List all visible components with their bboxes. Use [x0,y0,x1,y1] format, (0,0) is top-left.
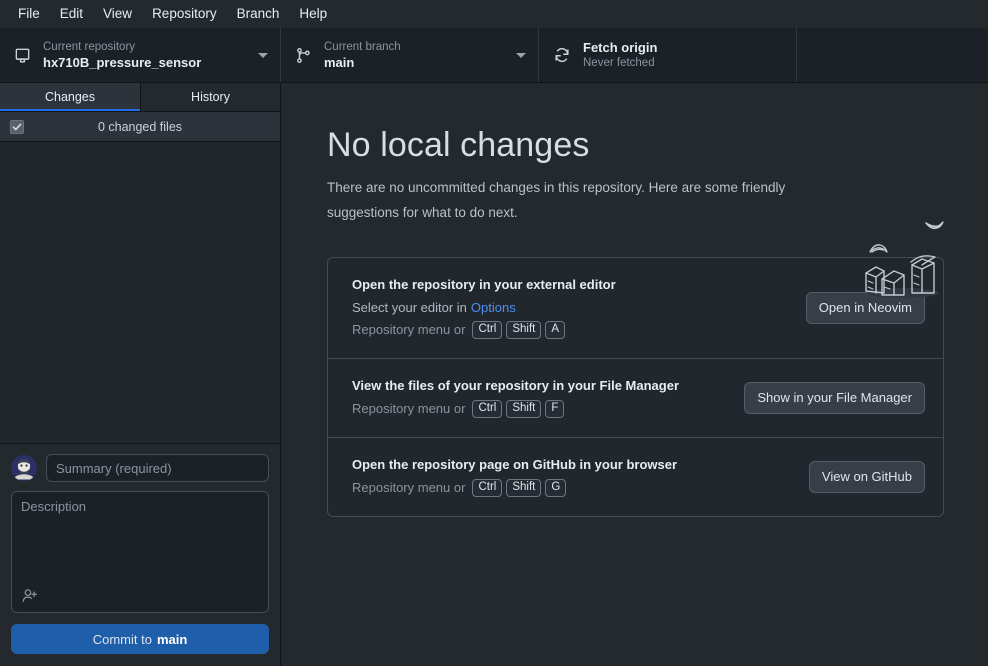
current-branch-label: Current branch [324,40,401,53]
commit-button-branch: main [156,631,188,647]
view-on-github-button[interactable]: View on GitHub [808,461,925,493]
user-avatar [11,455,37,481]
key-letter: F [545,400,565,418]
suggestion-line-prefix: Select your editor in [352,300,467,315]
repo-icon [14,47,31,64]
suggestion-title: Open the repository in your external edi… [352,277,616,292]
tab-changes-label: Changes [44,90,96,104]
select-all-checkbox[interactable] [10,119,24,134]
show-in-file-manager-button[interactable]: Show in your File Manager [744,382,925,414]
changes-header: 0 changed files [0,112,280,142]
suggestion-title: Open the repository page on GitHub in yo… [352,457,678,472]
commit-to-branch-button[interactable]: Commit to main [11,624,269,654]
github-desktop-window: File Edit View Repository Branch Help Cu… [0,0,988,666]
commit-description-input[interactable] [12,492,268,612]
suggestion-text: View the files of your repository in you… [352,376,730,420]
key-letter: G [545,479,567,497]
page-subtitle: There are no uncommitted changes in this… [327,180,786,220]
current-repository-label: Current repository [43,40,136,53]
shortcut-prefix: Repository menu or [352,401,466,416]
git-branch-icon [295,47,312,64]
current-repository-value: hx710B_pressure_sensor [43,54,202,70]
commit-form: Commit to main [0,443,280,666]
suggestion-title: View the files of your repository in you… [352,378,679,393]
sidebar: Changes History 0 changed files Summary … [0,83,281,666]
key-shift: Shift [506,321,542,339]
menu-item-view[interactable]: View [93,4,142,24]
chevron-down-icon [258,52,268,58]
key-shift: Shift [506,479,542,497]
key-letter: A [545,321,566,339]
sidebar-tabs: Changes History [0,83,280,112]
shortcut-prefix: Repository menu or [352,322,466,337]
commit-summary-row [11,454,269,482]
toolbar: Current repository hx710B_pressure_senso… [0,28,988,83]
page-title: No local changes [327,126,590,164]
menu-bar: File Edit View Repository Branch Help [0,0,988,28]
key-ctrl: Ctrl [472,321,503,339]
menu-item-help[interactable]: Help [289,4,337,24]
menu-item-edit[interactable]: Edit [50,4,93,24]
shortcut-prefix: Repository menu or [352,480,466,495]
main-body: Changes History 0 changed files Summary … [0,83,988,666]
options-link[interactable]: Options [471,297,516,319]
fetch-origin-button[interactable]: Fetch origin Never fetched [539,28,797,82]
suggestion-editor-line: Select your editor in Options [352,297,792,319]
menu-item-repository[interactable]: Repository [142,4,227,24]
suggestion-text: Open the repository in your external edi… [352,275,792,341]
current-branch-dropdown[interactable]: Current branch main [281,28,539,82]
tab-history[interactable]: History [140,83,280,112]
commit-description-wrapper [11,491,269,613]
menu-item-branch[interactable]: Branch [227,4,290,24]
suggestion-show-in-file-manager: View the files of your repository in you… [328,358,943,437]
suggestion-shortcut-line: Repository menu or Ctrl Shift A [352,319,792,341]
changed-files-list [0,142,280,443]
key-ctrl: Ctrl [472,479,503,497]
chevron-down-icon [516,52,526,58]
key-ctrl: Ctrl [472,400,503,418]
no-changes-panel: No local changes There are no uncommitte… [281,83,988,666]
changed-files-count: 0 changed files [97,119,183,134]
suggestion-shortcut-line: Repository menu or Ctrl Shift G [352,477,795,499]
person-add-icon[interactable] [19,586,41,606]
tab-changes[interactable]: Changes [0,83,140,112]
key-shift: Shift [506,400,542,418]
fetch-origin-title: Fetch origin [583,39,658,55]
commit-summary-input[interactable] [46,454,269,482]
fetch-origin-status: Never fetched [583,56,655,69]
current-repository-dropdown[interactable]: Current repository hx710B_pressure_senso… [0,28,281,82]
boxes-and-birds-illustration [848,205,958,305]
current-branch-value: main [324,54,355,70]
menu-item-file[interactable]: File [8,4,50,24]
suggestion-shortcut-line: Repository menu or Ctrl Shift F [352,398,730,420]
suggestion-view-on-github: Open the repository page on GitHub in yo… [328,437,943,516]
commit-button-prefix: Commit to [92,631,152,647]
tab-history-label: History [191,90,230,104]
sync-icon [553,46,571,64]
suggestion-text: Open the repository page on GitHub in yo… [352,455,795,499]
